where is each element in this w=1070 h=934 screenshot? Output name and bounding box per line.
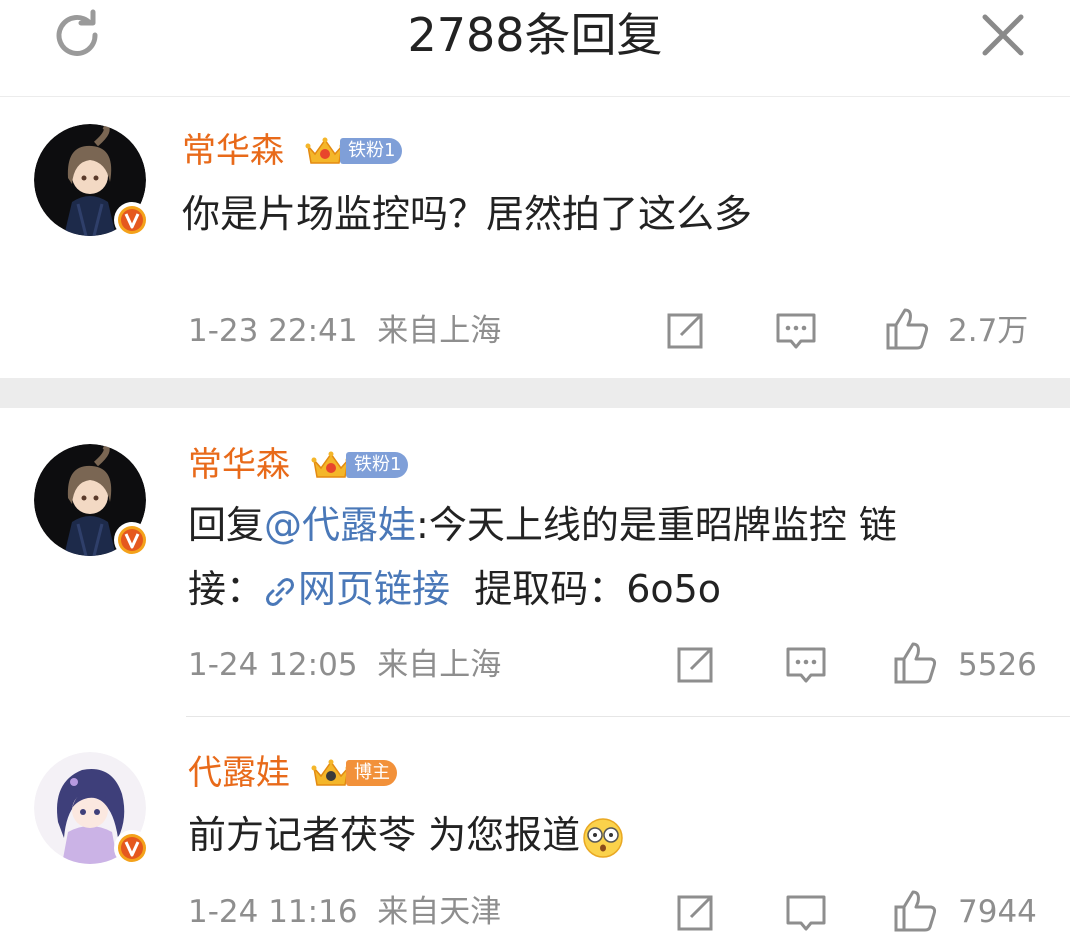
mention-link[interactable]: @代露娃 (264, 503, 416, 547)
share-icon[interactable] (674, 644, 716, 686)
avatar[interactable] (34, 444, 150, 558)
web-link-label: 网页链接 (298, 567, 451, 611)
share-icon[interactable] (674, 892, 716, 934)
reply-prefix: 回复 (188, 503, 265, 547)
comment-time: 1-24 12:05 (188, 647, 358, 683)
comment-text-line2: 接： 网页链接 提取码：6o5o (188, 560, 721, 618)
link-icon (266, 577, 295, 606)
reply-body: :今天上线的是重昭牌监控 链 (416, 503, 897, 547)
comment-icon[interactable] (784, 892, 828, 934)
header-bar: 2788条回复 (0, 0, 1070, 97)
comment-time: 1-23 22:41 (188, 313, 358, 349)
comment-body: 前方记者茯苓 为您报道 (188, 813, 581, 857)
shocked-emoji-icon (583, 817, 623, 858)
like-count: 2.7万 (948, 313, 1029, 349)
reply-body-cont: 接： (188, 567, 265, 611)
comment-time: 1-24 11:16 (188, 894, 358, 930)
fan-badge-label: 铁粉1 (340, 138, 403, 164)
like-count: 5526 (958, 647, 1037, 683)
fan-badge[interactable]: 铁粉1 (310, 448, 409, 482)
username[interactable]: 常华森 (188, 442, 290, 488)
comment-text: 前方记者茯苓 为您报道 (188, 806, 624, 864)
like-count: 7944 (958, 894, 1037, 930)
verified-badge-icon (114, 202, 150, 238)
web-link[interactable]: 网页链接 (264, 567, 450, 611)
extract-code: 提取码：6o5o (474, 567, 722, 611)
verified-badge-icon (114, 522, 150, 558)
comment-icon[interactable] (784, 644, 828, 686)
share-icon[interactable] (664, 310, 706, 352)
comment-location: 来自上海 (377, 313, 502, 349)
close-icon[interactable] (976, 8, 1030, 62)
comment-text: 你是片场监控吗？居然拍了这么多 (182, 192, 753, 236)
section-separator (0, 378, 1070, 408)
blogger-badge-label: 博主 (346, 760, 397, 786)
username[interactable]: 常华森 (182, 128, 284, 174)
avatar[interactable] (34, 752, 150, 866)
like-icon[interactable] (892, 640, 938, 686)
blogger-badge[interactable]: 博主 (310, 756, 397, 790)
comment-location: 来自天津 (377, 894, 502, 930)
page-title: 2788条回复 (407, 8, 663, 62)
like-icon[interactable] (884, 306, 930, 352)
comment-location: 来自上海 (377, 647, 502, 683)
username[interactable]: 代露娃 (188, 750, 290, 796)
comment-text-line1: 回复@代露娃:今天上线的是重昭牌监控 链 (188, 496, 897, 554)
avatar[interactable] (34, 124, 150, 238)
comment-meta: 1-23 22:41 来自上海 (188, 311, 501, 351)
verified-badge-icon (114, 830, 150, 866)
fan-badge[interactable]: 铁粉1 (304, 134, 403, 168)
comment-icon[interactable] (774, 310, 818, 352)
comment-meta: 1-24 12:05 来自上海 (188, 645, 501, 685)
fan-badge-label: 铁粉1 (346, 452, 409, 478)
like-icon[interactable] (892, 888, 938, 934)
reply-divider (186, 716, 1070, 717)
comment-meta: 1-24 11:16 来自天津 (188, 892, 501, 932)
